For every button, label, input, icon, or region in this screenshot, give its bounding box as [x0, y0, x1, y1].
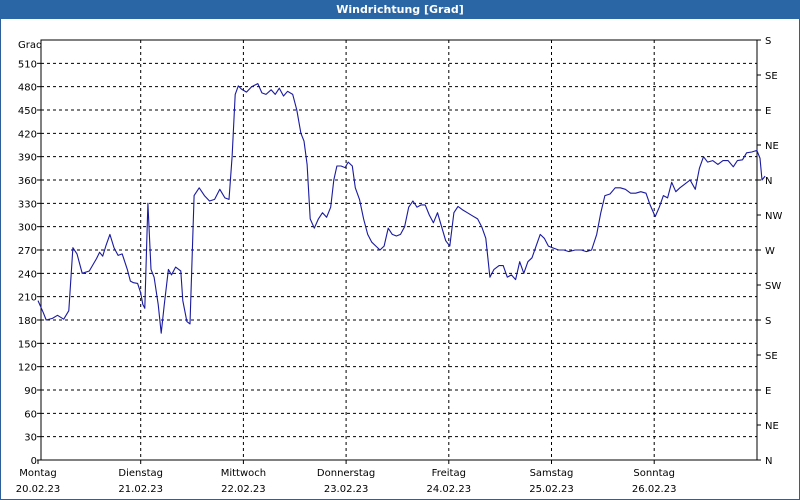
series-layer	[37, 83, 766, 334]
x-tick-day: Mittwoch	[221, 468, 266, 479]
y-tick-label: 90	[24, 386, 37, 397]
y-tick-label: 120	[18, 363, 37, 374]
y-tick-label: 270	[18, 246, 37, 257]
right-tick-label: S	[765, 316, 771, 327]
y-tick-label: 210	[18, 293, 37, 304]
x-tick-day: Samstag	[530, 468, 574, 479]
right-tick-label: N	[765, 176, 772, 187]
chart-canvas: Grad 0 30 60 90 120 150 180 210 240 270 300 330 360 3…	[16, 36, 783, 495]
x-tick-date: 20.02.23	[16, 484, 61, 495]
x-tick-date: 25.02.23	[529, 484, 574, 495]
y-tick-label: 300	[18, 223, 37, 234]
y-tick-label: 360	[18, 176, 37, 187]
right-tick-label: SE	[765, 351, 778, 362]
y-tick-label: 240	[18, 269, 37, 280]
right-tick-label: S	[765, 36, 771, 47]
x-axis-ticks: Montag 20.02.23 Dienstag 21.02.23 Mittwoch 22…	[16, 460, 677, 495]
x-tick-date: 22.02.23	[221, 484, 266, 495]
y-axis-label: Grad	[18, 40, 42, 51]
y-tick-label: 450	[18, 106, 37, 117]
x-tick-day: Montag	[19, 468, 56, 479]
grid	[41, 40, 757, 460]
right-tick-label: E	[765, 106, 771, 117]
x-tick-day: Dienstag	[118, 468, 163, 479]
x-tick-day: Freitag	[432, 468, 466, 479]
y-tick-label: 0	[31, 456, 37, 467]
right-axis-ticks: N NE E SE S SW W NW N NE E SE S	[757, 36, 782, 467]
series-line-0	[37, 83, 766, 334]
y-tick-label: 60	[24, 409, 37, 420]
y-tick-label: 30	[24, 433, 37, 444]
x-tick-date: 24.02.23	[427, 484, 472, 495]
right-tick-label: W	[765, 246, 775, 257]
y-axis-ticks: 0 30 60 90 120 150 180 210 240 270 300 330 360 390 420…	[18, 59, 41, 467]
right-tick-label: NE	[765, 421, 779, 432]
right-tick-label: N	[765, 456, 772, 467]
x-tick-date: 21.02.23	[118, 484, 163, 495]
right-tick-label: SW	[765, 281, 781, 292]
y-tick-label: 420	[18, 129, 37, 140]
x-tick-day: Sonntag	[633, 468, 675, 479]
y-tick-label: 180	[18, 316, 37, 327]
x-tick-day: Donnerstag	[317, 468, 375, 479]
x-tick-date: 26.02.23	[632, 484, 677, 495]
x-tick-date: 23.02.23	[324, 484, 369, 495]
y-tick-label: 390	[18, 153, 37, 164]
y-tick-label: 480	[18, 83, 37, 94]
right-tick-label: E	[765, 386, 771, 397]
y-tick-label: 330	[18, 199, 37, 210]
y-tick-label: 150	[18, 339, 37, 350]
y-tick-label: 510	[18, 59, 37, 70]
right-tick-label: NW	[765, 211, 782, 222]
right-tick-label: SE	[765, 71, 778, 82]
right-tick-label: NE	[765, 141, 779, 152]
